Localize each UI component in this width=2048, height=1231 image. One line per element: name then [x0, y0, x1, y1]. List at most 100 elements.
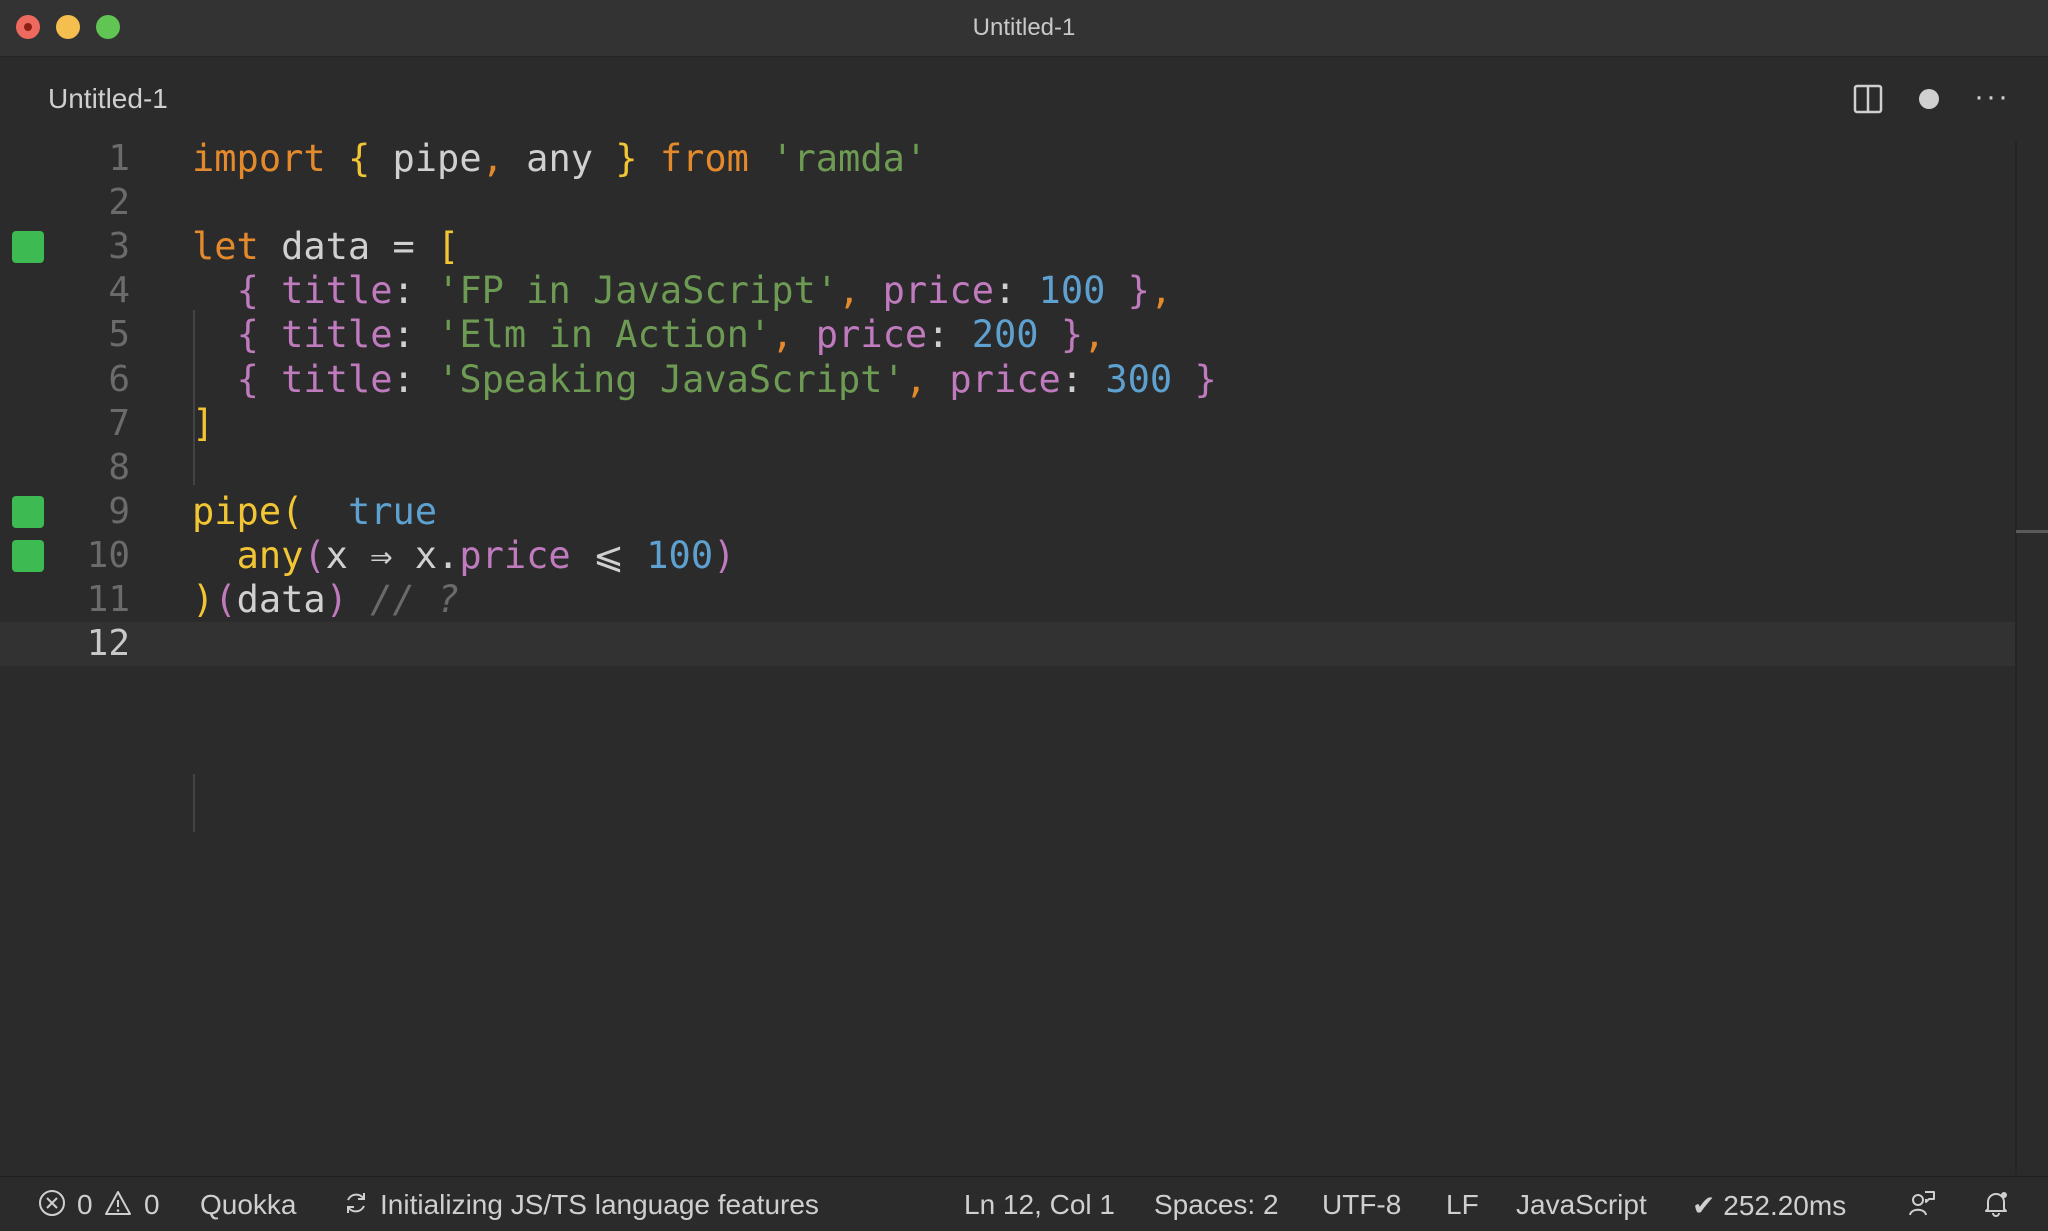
code-token: pipe — [192, 489, 282, 533]
code-token: pipe — [370, 137, 482, 180]
code-editor[interactable]: 1 import { pipe, any } from 'ramda' 2 3 let … — [0, 137, 2048, 1175]
code-token: 'Elm in Action' — [437, 313, 772, 357]
code-line[interactable]: 9 pipe( true — [0, 490, 2016, 534]
code-line[interactable]: 11)(data) // ? — [0, 578, 2016, 622]
line-number: 6 — [108, 358, 130, 400]
code-token: } — [1194, 357, 1217, 401]
code-token: 100 — [1038, 269, 1106, 313]
quokka-timing[interactable]: ✔ 252.20ms — [1692, 1189, 1846, 1222]
tab-bar: Untitled-1 ··· — [0, 57, 2048, 143]
code-token: title — [258, 357, 393, 401]
warning-icon[interactable] — [104, 1189, 132, 1217]
editor-window: Untitled-1 Untitled-1 ··· 1 import { pipe… — [0, 0, 2048, 1231]
code-token: [ — [437, 225, 460, 269]
line-number: 11 — [86, 579, 130, 620]
code-token: : — [1060, 357, 1106, 401]
code-line[interactable]: 5 { title: 'Elm in Action', price: 200 }… — [0, 313, 2016, 357]
window-title: Untitled-1 — [972, 14, 1076, 41]
code-line[interactable]: 7] — [0, 402, 2016, 446]
line-number: 4 — [108, 270, 130, 312]
indentation-setting[interactable]: Spaces: 2 — [1154, 1189, 1279, 1221]
code-token: data — [236, 578, 326, 621]
title-bar: Untitled-1 — [0, 0, 2048, 57]
code-token: } — [615, 137, 638, 180]
code-token: data = — [258, 225, 438, 269]
code-token: price — [949, 357, 1061, 401]
code-line[interactable]: 4 { title: 'FP in JavaScript', price: 10… — [0, 269, 2016, 313]
code-token: let — [192, 225, 259, 269]
code-token: { — [347, 137, 371, 180]
code-token: 200 — [971, 313, 1039, 357]
code-line[interactable]: 2 — [0, 181, 2016, 225]
code-token: : — [392, 357, 438, 401]
code-token: : — [993, 269, 1039, 313]
error-count[interactable]: 0 — [77, 1189, 93, 1221]
code-token: , — [904, 357, 950, 401]
code-token: 'Speaking JavaScript' — [437, 357, 905, 401]
code-token: 'FP in JavaScript' — [437, 269, 839, 313]
error-icon[interactable] — [38, 1189, 66, 1217]
code-token: ( — [303, 533, 326, 577]
code-token: from — [659, 137, 749, 180]
unsaved-dot-icon[interactable] — [1919, 89, 1939, 109]
tab-untitled-1[interactable]: Untitled-1 — [48, 83, 168, 115]
encoding-setting[interactable]: UTF-8 — [1322, 1189, 1401, 1221]
code-token: : — [392, 269, 438, 313]
code-token: 300 — [1105, 357, 1173, 401]
code-token: ⩽ — [570, 533, 647, 577]
code-token: { — [236, 313, 259, 357]
line-number: 10 — [86, 534, 130, 576]
split-editor-icon[interactable] — [1852, 83, 1884, 115]
code-line[interactable]: 3 let data = [ — [0, 225, 2016, 269]
eol-setting[interactable]: LF — [1446, 1189, 1479, 1221]
code-text: ] — [192, 402, 214, 446]
code-token: { — [236, 269, 259, 313]
code-token: 'ramda' — [771, 137, 928, 180]
warning-count[interactable]: 0 — [144, 1189, 160, 1221]
line-number: 2 — [108, 182, 130, 224]
vertical-scrollbar[interactable] — [2015, 140, 2017, 1175]
scrollbar-overview-marker — [2016, 530, 2048, 533]
code-text: { title: 'FP in JavaScript', price: 100 … — [192, 269, 1173, 313]
language-mode[interactable]: JavaScript — [1516, 1189, 1647, 1221]
more-actions-icon[interactable]: ··· — [1974, 82, 2010, 112]
code-text: pipe( true — [192, 490, 437, 534]
code-line[interactable]: 8 — [0, 446, 2016, 490]
line-number: 9 — [108, 490, 130, 532]
quokka-coverage-marker — [12, 231, 44, 264]
code-text: { title: 'Elm in Action', price: 200 }, — [192, 313, 1106, 357]
feedback-icon[interactable] — [1908, 1189, 1936, 1217]
code-token: title — [258, 269, 393, 313]
code-text: let data = [ — [192, 225, 459, 269]
code-token: price — [459, 533, 571, 577]
code-token: { — [236, 357, 259, 401]
code-token: ] — [192, 401, 215, 445]
code-line[interactable]: 1 import { pipe, any } from 'ramda' — [0, 137, 2016, 181]
code-line[interactable]: 10 any(x ⇒ x.price ⩽ 100) — [0, 534, 2016, 578]
code-token: true — [347, 489, 438, 533]
code-token: title — [258, 313, 393, 357]
code-line[interactable]: 6 { title: 'Speaking JavaScript', price:… — [0, 358, 2016, 402]
status-bar: 0 0 Quokka Initializing JS/TS language f… — [0, 1176, 2048, 1231]
language-init-status[interactable]: Initializing JS/TS language features — [380, 1189, 819, 1221]
code-line[interactable]: 12 — [0, 622, 2016, 667]
quokka-coverage-marker — [12, 495, 44, 528]
notifications-bell-icon[interactable] — [1982, 1189, 2010, 1217]
code-token: any — [236, 533, 304, 577]
code-token: : — [927, 313, 972, 357]
code-text: )(data) // ? — [192, 578, 459, 622]
code-token: ( — [214, 578, 237, 621]
cursor-position[interactable]: Ln 12, Col 1 — [964, 1189, 1115, 1221]
code-token: ) — [325, 578, 348, 621]
code-token: , — [838, 269, 883, 313]
quokka-status[interactable]: Quokka — [200, 1189, 297, 1221]
line-number: 12 — [86, 623, 130, 665]
code-token: price — [815, 313, 928, 357]
code-token: ) — [713, 533, 736, 577]
code-token: , — [1149, 269, 1173, 313]
